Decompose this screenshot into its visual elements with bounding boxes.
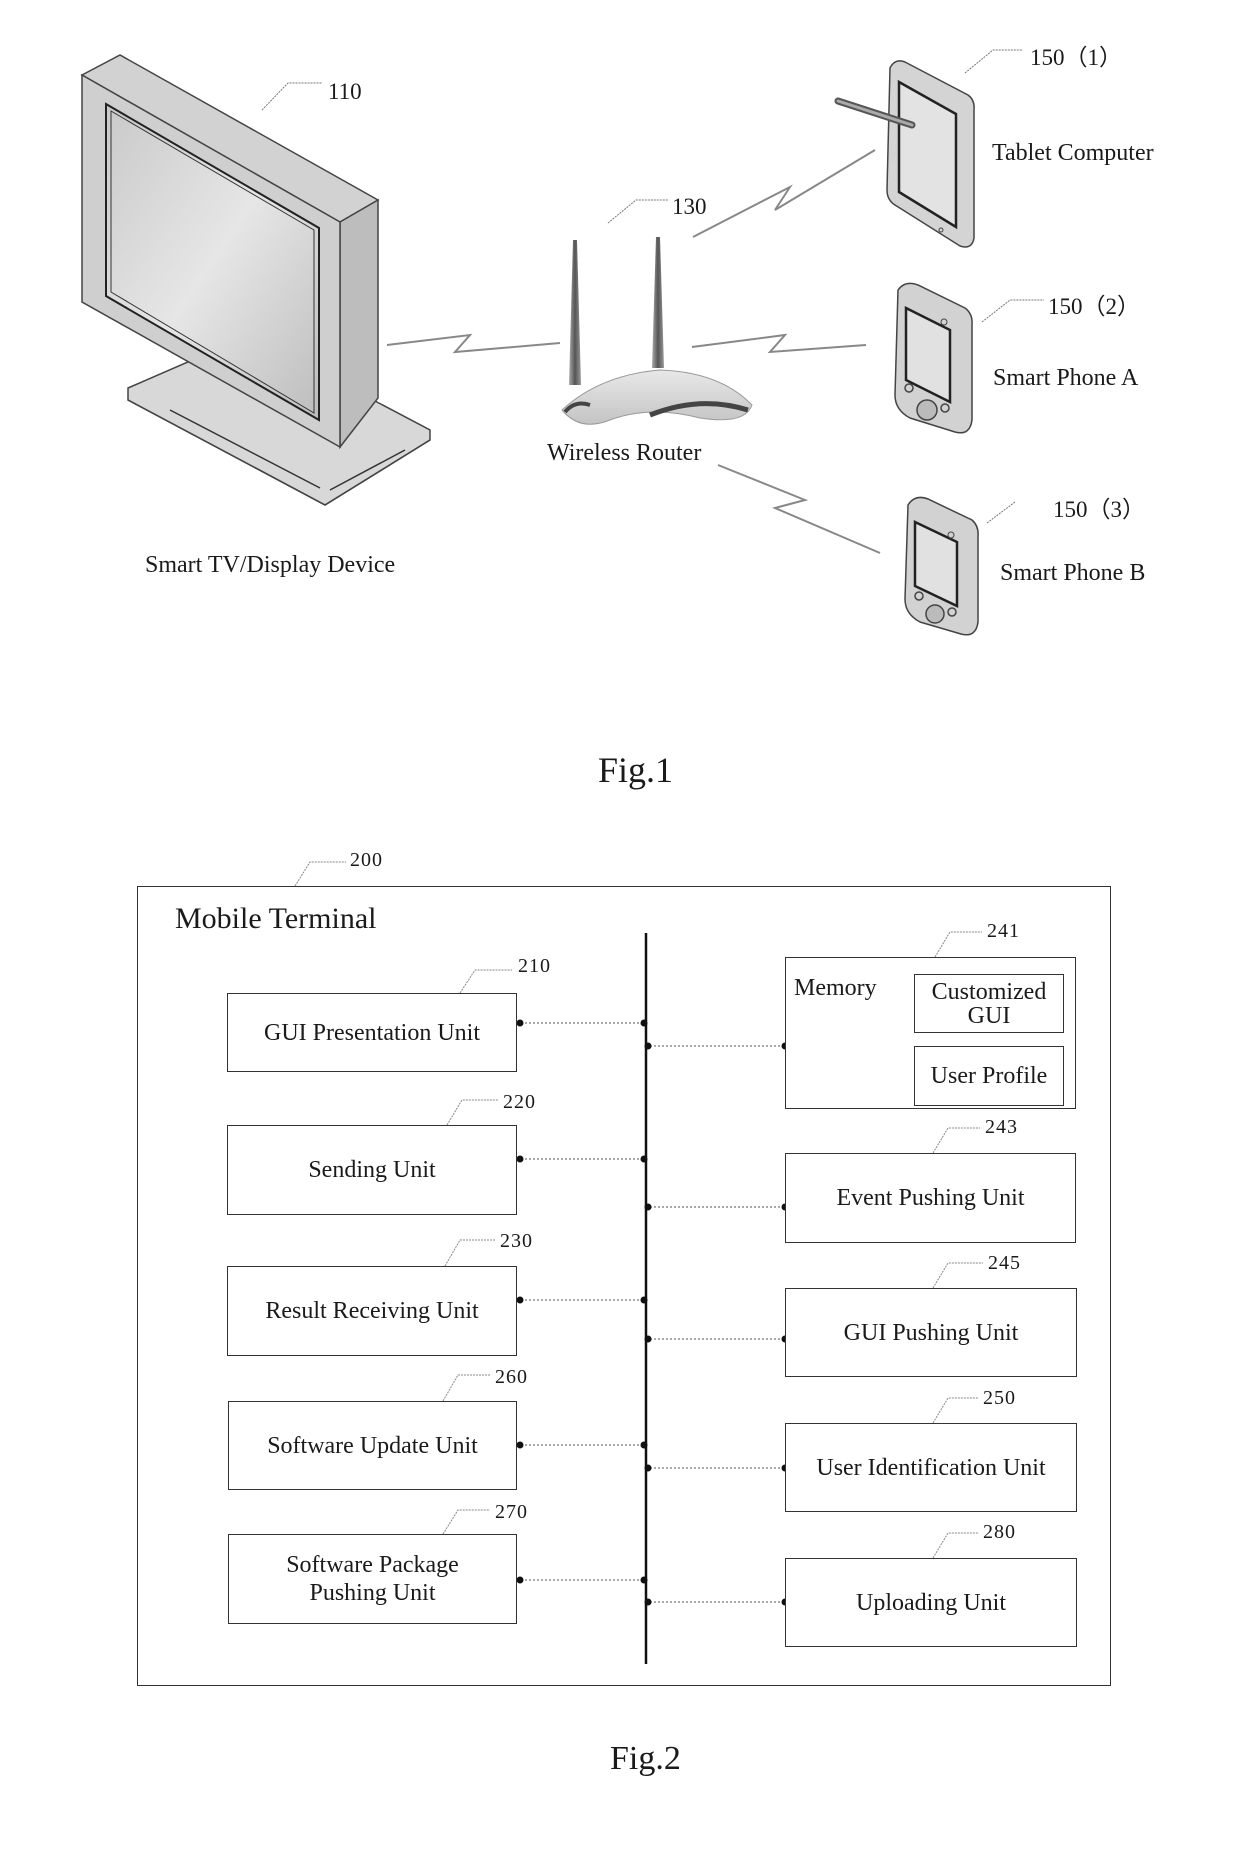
gui-presentation-unit-ref: 210 [518, 955, 551, 977]
figure-1-caption: Fig.1 [598, 750, 674, 790]
wireless-link-router-phone-a [691, 333, 867, 354]
sending-unit-ref: 220 [503, 1091, 536, 1113]
figure-2-caption: Fig.2 [610, 1740, 681, 1777]
customized-gui-block: Customized GUI [914, 974, 1064, 1033]
leader-line-150-1 [964, 49, 1023, 74]
gui-pushing-unit-ref: 245 [988, 1252, 1021, 1274]
leader-line-200 [294, 861, 346, 887]
uploading-unit: Uploading Unit [785, 1558, 1077, 1647]
memory-ref: 241 [987, 920, 1020, 942]
tv-ref-label: 110 [328, 79, 362, 104]
smart-tv-icon [80, 54, 431, 506]
gui-presentation-unit: GUI Presentation Unit [227, 993, 517, 1072]
smart-phone-b-icon [904, 496, 979, 636]
result-receiving-unit-label: Result Receiving Unit [265, 1298, 479, 1324]
gui-presentation-unit-label: GUI Presentation Unit [264, 1019, 480, 1046]
router-ref-label: 130 [672, 194, 707, 219]
software-package-pushing-unit: Software Package Pushing Unit [228, 1534, 517, 1624]
user-identification-unit-ref: 250 [983, 1387, 1016, 1409]
tablet-computer-icon [834, 60, 975, 248]
sending-unit-label: Sending Unit [308, 1157, 436, 1183]
phone-b-ref-label: 150（3） [1053, 497, 1145, 522]
software-package-pushing-unit-label-line2: Pushing Unit [309, 1580, 436, 1606]
tablet-label: Tablet Computer [992, 140, 1154, 166]
uploading-unit-ref: 280 [983, 1521, 1016, 1543]
phone-a-ref-label: 150（2） [1048, 294, 1140, 319]
user-profile-label: User Profile [930, 1063, 1048, 1089]
event-pushing-unit: Event Pushing Unit [785, 1153, 1076, 1243]
gui-pushing-unit: GUI Pushing Unit [785, 1288, 1077, 1377]
phone-b-label: Smart Phone B [1000, 560, 1146, 586]
user-identification-unit-label: User Identification Unit [816, 1454, 1046, 1481]
uploading-unit-label: Uploading Unit [856, 1589, 1006, 1616]
result-receiving-unit-ref: 230 [500, 1230, 533, 1252]
figure-1-illustration [80, 49, 1044, 636]
event-pushing-unit-ref: 243 [985, 1116, 1018, 1138]
leader-line-150-3 [986, 501, 1016, 524]
mobile-terminal-ref-label: 200 [350, 849, 383, 871]
leader-line-150-2 [981, 299, 1044, 323]
leader-line-110 [261, 82, 322, 111]
tv-label: Smart TV/Display Device [145, 552, 396, 578]
sending-unit: Sending Unit [227, 1125, 517, 1215]
phone-a-label: Smart Phone A [993, 365, 1139, 391]
event-pushing-unit-label: Event Pushing Unit [836, 1185, 1025, 1211]
mobile-terminal-title: Mobile Terminal [175, 902, 377, 935]
result-receiving-unit: Result Receiving Unit [227, 1266, 517, 1356]
user-identification-unit: User Identification Unit [785, 1423, 1077, 1512]
user-profile-block: User Profile [914, 1046, 1064, 1106]
wireless-router-icon [561, 237, 753, 425]
software-package-pushing-unit-label-line1: Software Package [286, 1552, 459, 1578]
wireless-link-router-phone-b [717, 464, 881, 554]
software-update-unit-ref: 260 [495, 1366, 528, 1388]
software-update-unit-label: Software Update Unit [267, 1432, 478, 1459]
software-package-pushing-unit-ref: 270 [495, 1501, 528, 1523]
leader-line-130 [607, 199, 668, 224]
memory-block: Memory Customized GUI User Profile [785, 957, 1076, 1109]
tablet-ref-label: 150（1） [1030, 45, 1122, 70]
wireless-link-tv-router [386, 333, 561, 354]
software-update-unit: Software Update Unit [228, 1401, 517, 1490]
memory-label: Memory [794, 975, 877, 1001]
wireless-link-router-tablet [692, 149, 876, 238]
smart-phone-a-icon [894, 282, 973, 434]
customized-gui-label-line2: GUI [967, 1002, 1011, 1029]
router-label: Wireless Router [547, 440, 702, 466]
customized-gui-label-line1: Customized [931, 978, 1047, 1005]
gui-pushing-unit-label: GUI Pushing Unit [843, 1319, 1019, 1346]
